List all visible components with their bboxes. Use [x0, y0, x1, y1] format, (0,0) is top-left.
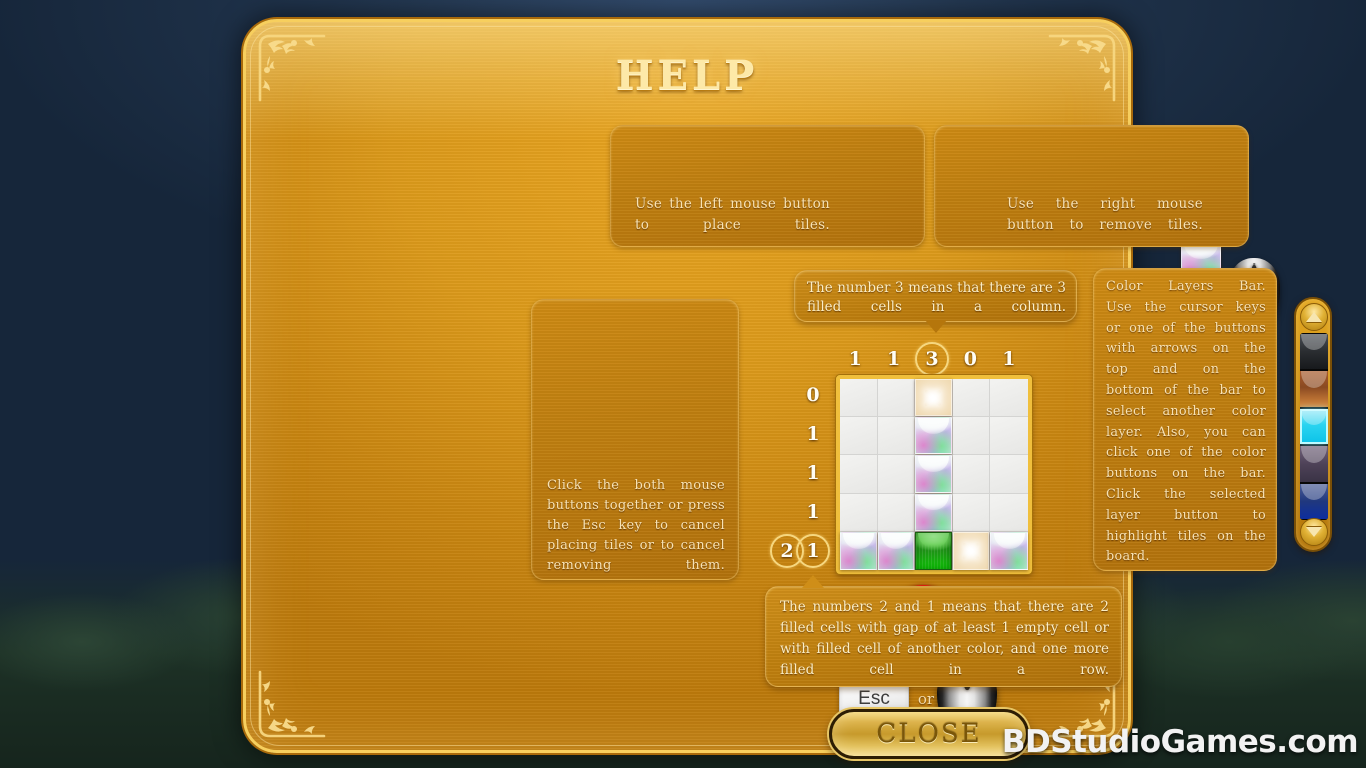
- color-layers-line: highlight tiles on the: [1106, 528, 1266, 544]
- row-clue-tooltip: The numbers 2 and 1 means that there are…: [765, 575, 1122, 687]
- page-title: HELP: [615, 52, 759, 99]
- board-cell[interactable]: [915, 379, 953, 418]
- column-clue-highlighted: 3: [913, 342, 951, 375]
- left-mouse-text: Use the left mouse button to place tiles…: [635, 196, 830, 233]
- rainbow-tile-icon: [990, 531, 1028, 570]
- arrow-down-icon[interactable]: [1300, 518, 1328, 546]
- color-layers-line: with arrows on the: [1106, 341, 1266, 357]
- rainbow-tile-icon: [840, 531, 877, 570]
- color-layers-line: layer button to: [1106, 507, 1266, 523]
- column-clue-value: 1: [1002, 347, 1016, 370]
- layer-cyan[interactable]: [1300, 408, 1328, 445]
- board-cell[interactable]: [840, 455, 878, 494]
- row-clue: 1: [772, 453, 826, 492]
- left-mouse-panel: Use the left mouse button to place tiles…: [610, 125, 1280, 333]
- board-cell[interactable]: [840, 531, 878, 570]
- color-layers-line: buttons on the bar.: [1106, 466, 1266, 482]
- cross-tile-icon: [952, 531, 990, 570]
- row-clue-value: 1: [800, 540, 826, 562]
- column-clue: 1: [836, 342, 874, 375]
- board-cell[interactable]: [990, 531, 1028, 570]
- column-clue-value: 1: [886, 347, 901, 370]
- board-cell[interactable]: [877, 455, 916, 494]
- column-clues: 1 1 3 0 1: [836, 342, 1028, 375]
- board-cell[interactable]: [877, 379, 916, 418]
- row-clue: 1: [772, 492, 826, 531]
- row-clue-highlighted: 2 1: [772, 531, 826, 570]
- color-layers-line: board.: [1106, 549, 1150, 565]
- column-clue-value: 0: [963, 347, 978, 370]
- row-clue: 1: [772, 414, 826, 453]
- layer-violet[interactable]: [1300, 446, 1328, 482]
- help-dialog: HELP Use the left mouse button to place …: [243, 19, 1332, 759]
- board-cell[interactable]: [915, 417, 953, 456]
- row-clue-value: 0: [806, 383, 820, 406]
- rainbow-tile-icon: [915, 455, 952, 493]
- column-clue-tooltip: The number 3 means that there are 3 fill…: [794, 270, 1077, 333]
- puzzle-board[interactable]: [836, 375, 1032, 574]
- board-cell[interactable]: [952, 379, 991, 418]
- arrow-up-icon[interactable]: [1300, 303, 1328, 331]
- color-layers-line: click one of the color: [1106, 445, 1266, 461]
- or-label: or: [917, 690, 935, 708]
- layer-dark-gray[interactable]: [1300, 334, 1328, 370]
- board-cell[interactable]: [990, 417, 1028, 456]
- board-cell[interactable]: [877, 493, 916, 532]
- board-cell[interactable]: [915, 493, 953, 532]
- board-cell[interactable]: [990, 379, 1028, 418]
- cancel-action-text: Click the both mouse buttons together or…: [547, 478, 725, 573]
- cancel-action-panel: Esc or Click the both mouse buttons toge…: [531, 299, 997, 734]
- close-button[interactable]: CLOSE: [829, 709, 1029, 759]
- watermark: BDStudioGames.com: [1001, 724, 1359, 760]
- color-layers-line: Use the cursor keys: [1106, 299, 1266, 315]
- row-clue-value: 1: [806, 461, 820, 484]
- right-mouse-panel: Use the right mouse button to remove til…: [934, 125, 1249, 247]
- column-clue: 1: [874, 342, 912, 375]
- board-cell[interactable]: [952, 455, 991, 494]
- color-layers-line: layer. Also, you can: [1106, 424, 1266, 440]
- row-clues: 0 1 1 1 2 1: [772, 375, 834, 570]
- column-clue-tooltip-text: The number 3 means that there are 3 fill…: [807, 280, 1066, 315]
- board-cell[interactable]: [915, 531, 953, 570]
- color-swatch-list: [1300, 333, 1328, 520]
- puzzle-example: 1 1 3 0 1 0 1 1 1 2 1: [772, 342, 1036, 578]
- color-layers-line: top and on the: [1106, 362, 1266, 378]
- color-layers-line: or one of the buttons: [1106, 320, 1266, 336]
- green-tile-icon: [915, 531, 952, 570]
- column-clue: 0: [951, 342, 989, 375]
- board-cell[interactable]: [877, 417, 916, 456]
- right-mouse-text: Use the right mouse button to remove til…: [1007, 196, 1203, 233]
- board-cell[interactable]: [952, 531, 991, 570]
- board-cell[interactable]: [840, 493, 878, 532]
- row-clue: 0: [772, 375, 826, 414]
- color-layers-text: Color Layers Bar. Use the cursor keys or…: [1106, 277, 1266, 568]
- board-cell[interactable]: [952, 493, 991, 532]
- board-cell[interactable]: [877, 531, 916, 570]
- color-layers-line: Click the selected: [1106, 486, 1266, 502]
- corner-ornament-icon: [254, 668, 328, 742]
- column-clue-value: 1: [848, 347, 862, 370]
- rainbow-tile-icon: [915, 493, 952, 531]
- rainbow-tile-icon: [877, 531, 915, 570]
- rainbow-tile-icon: [915, 417, 952, 455]
- board-cell[interactable]: [915, 455, 953, 494]
- row-clue-tooltip-text: The numbers 2 and 1 means that there are…: [780, 599, 1109, 678]
- layer-rust-brown[interactable]: [1300, 371, 1328, 407]
- board-cell[interactable]: [952, 417, 991, 456]
- color-layers-line: Color Layers Bar.: [1106, 279, 1266, 294]
- board-cell[interactable]: [990, 493, 1028, 532]
- color-layers-panel: Color Layers Bar. Use the cursor keys or…: [1093, 268, 1277, 571]
- layer-deep-blue[interactable]: [1300, 483, 1328, 520]
- column-clue-value: 3: [925, 347, 939, 370]
- color-layers-bar[interactable]: [1294, 297, 1332, 552]
- board-cell[interactable]: [990, 455, 1028, 494]
- board-cell[interactable]: [840, 379, 878, 418]
- color-layers-line: select another color: [1106, 403, 1266, 419]
- column-clue: 1: [990, 342, 1028, 375]
- color-layers-line: bottom of the bar to: [1106, 382, 1266, 398]
- board-cell[interactable]: [840, 417, 878, 456]
- cross-tile-icon: [915, 379, 952, 417]
- row-clue-value: 1: [806, 422, 820, 445]
- row-clue-value: 1: [806, 500, 820, 523]
